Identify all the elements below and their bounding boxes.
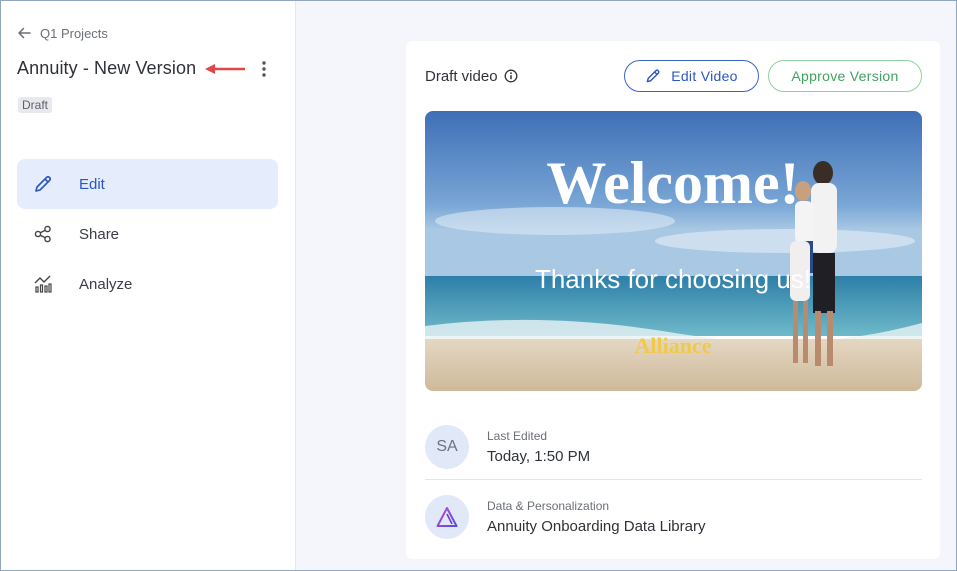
sidebar: Q1 Projects Annuity - New Version Draft [1,1,296,570]
data-library-info: Data & Personalization Annuity Onboardin… [487,499,705,535]
share-icon [33,224,53,244]
info-icon[interactable] [504,69,518,83]
edit-video-button[interactable]: Edit Video [624,60,759,92]
arrow-left-icon [18,27,31,39]
card-header: Draft video Edit Video Approve Version [425,60,922,92]
pencil-icon [33,174,53,194]
video-thumbnail: Welcome! Thanks for choosing us! Allianc… [425,111,922,391]
sidebar-item-label: Share [79,225,120,243]
data-library-row[interactable]: Data & Personalization Annuity Onboardin… [425,487,922,547]
page-title: Annuity - New Version [17,58,197,78]
last-edited-label: Last Edited [487,428,548,443]
annotation-arrow-icon [205,63,246,74]
draft-video-heading: Draft video [425,68,518,85]
video-headline: Welcome! [546,150,799,216]
sidebar-item-label: Analyze [79,275,133,293]
app-window: Q1 Projects Annuity - New Version Draft [0,0,957,571]
sidebar-item-analyze[interactable]: Analyze [17,259,278,309]
approve-version-label: Approve Version [791,68,899,84]
last-edited-row: SA Last Edited Today, 1:50 PM [425,414,922,480]
sidebar-item-share[interactable]: Share [17,209,278,259]
approve-version-button[interactable]: Approve Version [768,60,922,92]
sidebar-item-label: Edit [79,175,105,193]
last-edited-value: Today, 1:50 PM [487,447,591,465]
data-library-avatar [425,495,469,539]
video-subline: Thanks for choosing us! [535,264,811,294]
title-row: Annuity - New Version [17,58,272,79]
back-link-label: Q1 Projects [40,25,108,41]
video-preview[interactable]: Welcome! Thanks for choosing us! Allianc… [425,111,922,391]
pencil-icon [646,69,660,83]
draft-video-label: Draft video [425,67,498,85]
data-library-label: Data & Personalization [487,499,610,513]
triangle-logo-icon [436,507,458,527]
sidebar-nav: Edit Share Analyze [17,159,278,309]
kebab-menu-icon [262,60,266,77]
edit-video-label: Edit Video [671,68,738,84]
sidebar-item-edit[interactable]: Edit [17,159,278,209]
data-library-value: Annuity Onboarding Data Library [487,518,706,535]
last-edited-info: Last Edited Today, 1:50 PM [487,429,590,465]
status-badge: Draft [18,97,53,113]
analytics-icon [33,274,53,294]
more-options-button[interactable] [256,59,272,79]
back-link[interactable]: Q1 Projects [16,25,108,41]
main-content: Draft video Edit Video Approve Version W… [296,1,956,570]
video-card: Draft video Edit Video Approve Version W… [406,41,940,559]
video-brand: Alliance [635,333,712,358]
avatar: SA [425,424,469,469]
